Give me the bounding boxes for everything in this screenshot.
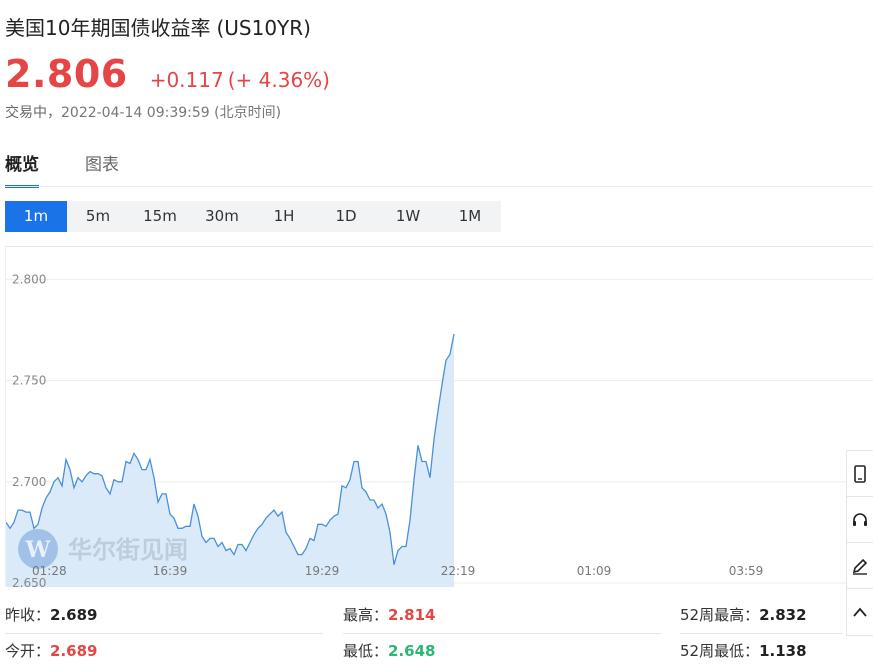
- x-axis-labels: 01:2816:3919:2922:1901:0903:590: [32, 564, 764, 578]
- timestamp: 2022-04-14 09:39:59: [61, 105, 210, 121]
- stat-value: 2.814: [388, 606, 436, 624]
- price-change: +0.117 (+ 4.36%): [150, 68, 330, 92]
- period-1d[interactable]: 1D: [315, 201, 377, 232]
- price-row: 2.806 +0.117 (+ 4.36%): [5, 52, 330, 96]
- status-label: 交易中，: [5, 105, 61, 121]
- price-chart[interactable]: 2.800 2.750 2.700 2.650 01:28 16:39 19:29 22:1…: [5, 246, 873, 587]
- stat-value: 2.832: [759, 606, 807, 624]
- tab-chart[interactable]: 图表: [85, 150, 119, 188]
- stat-value: 2.689: [50, 606, 98, 624]
- period-1m[interactable]: 1m: [5, 201, 67, 232]
- tab-bar: 概览 图表: [5, 150, 165, 188]
- y-tick-label: 2.800: [12, 272, 46, 286]
- stat-label: 最高：: [343, 606, 389, 624]
- instrument-code: (US10YR): [216, 16, 311, 40]
- current-price: 2.806: [5, 52, 128, 96]
- y-tick-label: 2.700: [12, 475, 46, 489]
- mobile-icon[interactable]: [847, 451, 873, 497]
- stat-label: 最低：: [343, 642, 389, 660]
- stat-prev-close: 昨收：2.689: [5, 604, 97, 625]
- period-selector: 1m 5m 15m 30m 1H 1D 1W 1M: [5, 201, 501, 232]
- x-tick-label: 22:19: [441, 564, 476, 578]
- x-tick-label: 16:39: [153, 564, 188, 578]
- change-value: +0.117: [149, 68, 224, 92]
- x-tick-label: 19:29: [305, 564, 340, 578]
- period-1w[interactable]: 1W: [377, 201, 439, 232]
- instrument-name: 美国10年期国债收益率: [5, 16, 211, 40]
- stat-low: 最低：2.648: [343, 640, 435, 661]
- stats-row-2: 今开：2.689 最低：2.648 52周最低：1.138: [0, 634, 873, 669]
- stats-row-1: 昨收：2.689 最高：2.814 52周最高：2.832: [0, 598, 873, 634]
- period-15m[interactable]: 15m: [129, 201, 191, 232]
- x-tick-label: 03:59: [729, 564, 764, 578]
- trading-status: 交易中，2022-04-14 09:39:59 (北京时间): [5, 102, 281, 122]
- stat-value: 2.689: [50, 642, 98, 660]
- period-1h[interactable]: 1H: [253, 201, 315, 232]
- watermark-logo-letter: W: [25, 537, 51, 563]
- stat-open: 今开：2.689: [5, 640, 97, 661]
- stat-high: 最高：2.814: [343, 604, 435, 625]
- stat-value: 2.648: [388, 642, 436, 660]
- period-1mo[interactable]: 1M: [439, 201, 501, 232]
- stat-label: 52周最高：: [680, 606, 760, 624]
- watermark-text: 华尔街见闻: [68, 536, 188, 564]
- headset-icon[interactable]: [847, 497, 873, 543]
- y-tick-label: 2.750: [12, 374, 46, 388]
- stat-label: 52周最低：: [680, 642, 760, 660]
- edit-icon[interactable]: [847, 543, 873, 589]
- chart-svg: 2.8002.7502.7002.650 01:28 16:39 19:29 22:1…: [6, 272, 873, 587]
- stat-52w-high: 52周最高：2.832: [680, 604, 807, 625]
- x-tick-label: 01:09: [577, 564, 612, 578]
- period-5m[interactable]: 5m: [67, 201, 129, 232]
- period-30m[interactable]: 30m: [191, 201, 253, 232]
- stat-52w-low: 52周最低：1.138: [680, 640, 807, 661]
- page-title: 美国10年期国债收益率 (US10YR): [5, 12, 311, 41]
- timezone: (北京时间): [214, 105, 282, 121]
- tabs-divider: [5, 186, 873, 187]
- stat-label: 昨收：: [5, 606, 51, 624]
- tab-overview[interactable]: 概览: [5, 150, 39, 188]
- change-percent: (+ 4.36%): [227, 68, 330, 92]
- stat-label: 今开：: [5, 642, 51, 660]
- stats-panel: 昨收：2.689 最高：2.814 52周最高：2.832 今开：2.689 最…: [0, 598, 873, 669]
- stat-value: 1.138: [759, 642, 807, 660]
